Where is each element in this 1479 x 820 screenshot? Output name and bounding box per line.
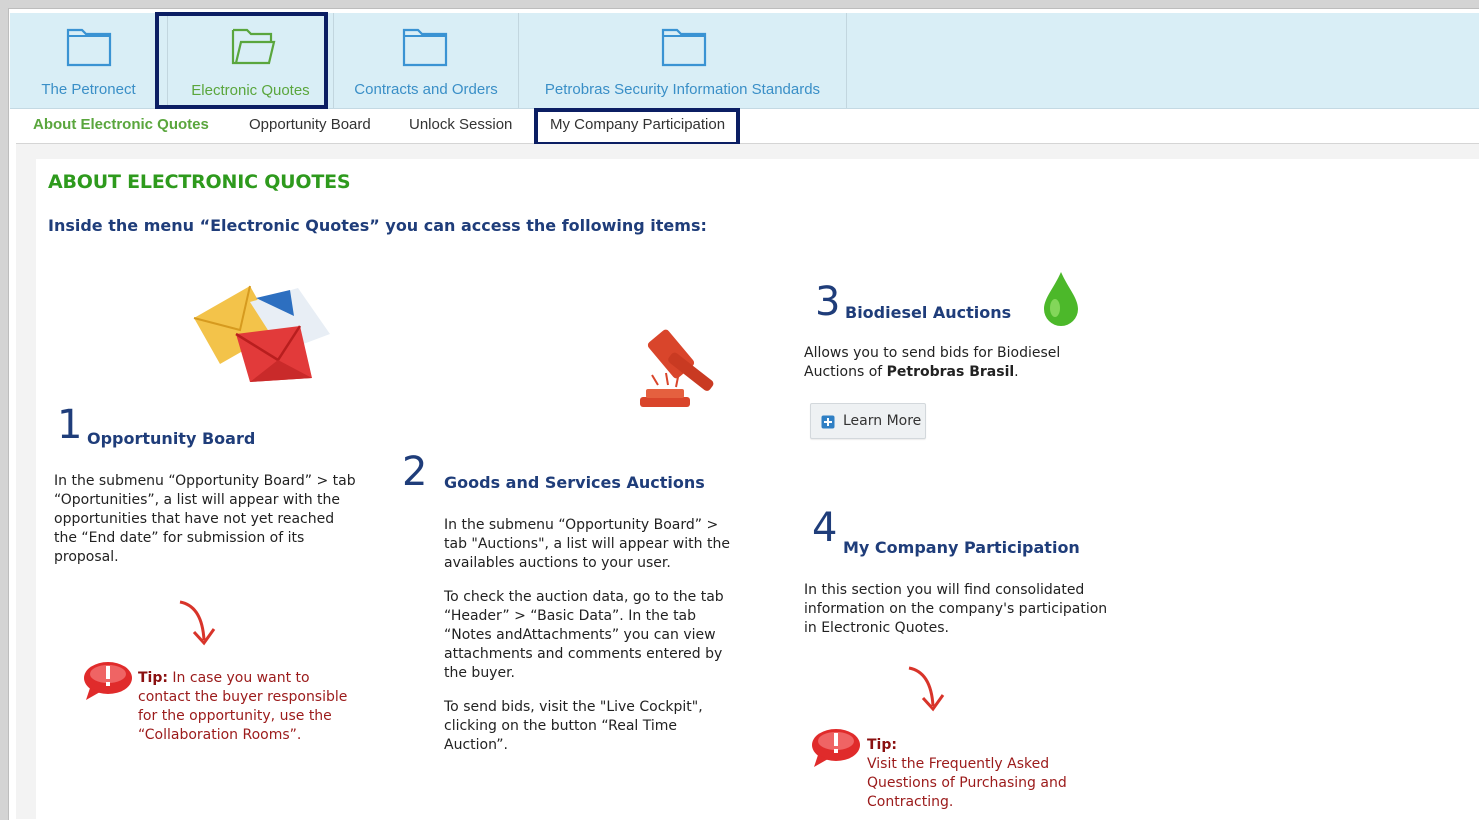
section-title: My Company Participation: [843, 538, 1080, 557]
gavel-icon: [640, 329, 714, 407]
envelopes-icon: [193, 285, 330, 382]
tip-text: Tip: In case you want to contact the buy…: [138, 669, 348, 745]
highlight-frame: [155, 12, 328, 109]
section-title: Biodiesel Auctions: [845, 303, 1012, 322]
section-title: Goods and Services Auctions: [444, 473, 705, 492]
tip-body: Visit the Frequently Asked Questions of …: [867, 756, 1067, 810]
tip-text: Tip: Visit the Frequently Asked Question…: [867, 736, 1077, 812]
arrow-down-icon: [908, 666, 945, 712]
subtab-unlock-session[interactable]: Unlock Session: [409, 116, 512, 133]
speech-bubble-icon: [84, 662, 132, 700]
tip-body: In case you want to contact the buyer re…: [138, 670, 348, 743]
learn-more-button[interactable]: Learn More: [810, 403, 926, 439]
sub-navigation: About Electronic Quotes Opportunity Boar…: [16, 109, 1479, 144]
arrow-down-icon: [179, 600, 216, 646]
page-intro: Inside the menu “Electronic Quotes” you …: [48, 216, 707, 235]
section-text: In this section you will find consolidat…: [804, 581, 1124, 653]
folder-icon: [661, 28, 707, 67]
tab-contracts-and-orders[interactable]: Contracts and Orders: [334, 13, 519, 108]
section-paragraph: In the submenu “Opportunity Board” > tab…: [444, 517, 730, 571]
section-number: 3: [815, 279, 841, 325]
section-title: Opportunity Board: [87, 429, 256, 448]
subtab-about-electronic-quotes[interactable]: About Electronic Quotes: [33, 116, 209, 133]
section-paragraph: To check the auction data, go to the tab…: [444, 589, 724, 681]
folder-icon: [66, 28, 112, 67]
section-text: In the submenu “Opportunity Board” > tab…: [54, 472, 359, 582]
tab-label: Contracts and Orders: [354, 81, 498, 98]
section-paragraph: In the submenu “Opportunity Board” > tab…: [54, 473, 356, 565]
plus-icon: [821, 415, 835, 429]
section-number: 1: [57, 402, 83, 448]
section-number: 4: [812, 505, 838, 551]
tab-the-petronect[interactable]: The Petronect: [10, 13, 168, 108]
page-title: ABOUT ELECTRONIC QUOTES: [48, 171, 351, 193]
speech-bubble-icon: [812, 729, 860, 767]
tab-petrobras-security-standards[interactable]: Petrobras Security Information Standards: [519, 13, 847, 108]
section-paragraph: To send bids, visit the "Live Cockpit", …: [444, 699, 703, 753]
subtab-opportunity-board[interactable]: Opportunity Board: [249, 116, 371, 133]
oil-drop-icon: [1044, 272, 1078, 326]
company-name: Petrobras Brasil: [886, 364, 1015, 380]
tab-label: The Petronect: [41, 81, 136, 98]
section-text: In the submenu “Opportunity Board” > tab…: [444, 516, 734, 770]
section-text: Allows you to send bids for Biodiesel Au…: [804, 344, 1084, 382]
tip-label: Tip:: [138, 670, 168, 686]
section-paragraph: In this section you will find consolidat…: [804, 582, 1108, 636]
section-number: 2: [402, 449, 428, 495]
learn-more-label: Learn More: [843, 413, 922, 429]
tip-label: Tip:: [867, 737, 897, 753]
section-paragraph-end: .: [1014, 364, 1019, 380]
folder-icon: [402, 28, 448, 67]
highlight-frame: [534, 108, 740, 146]
tab-label: Petrobras Security Information Standards: [544, 81, 821, 98]
